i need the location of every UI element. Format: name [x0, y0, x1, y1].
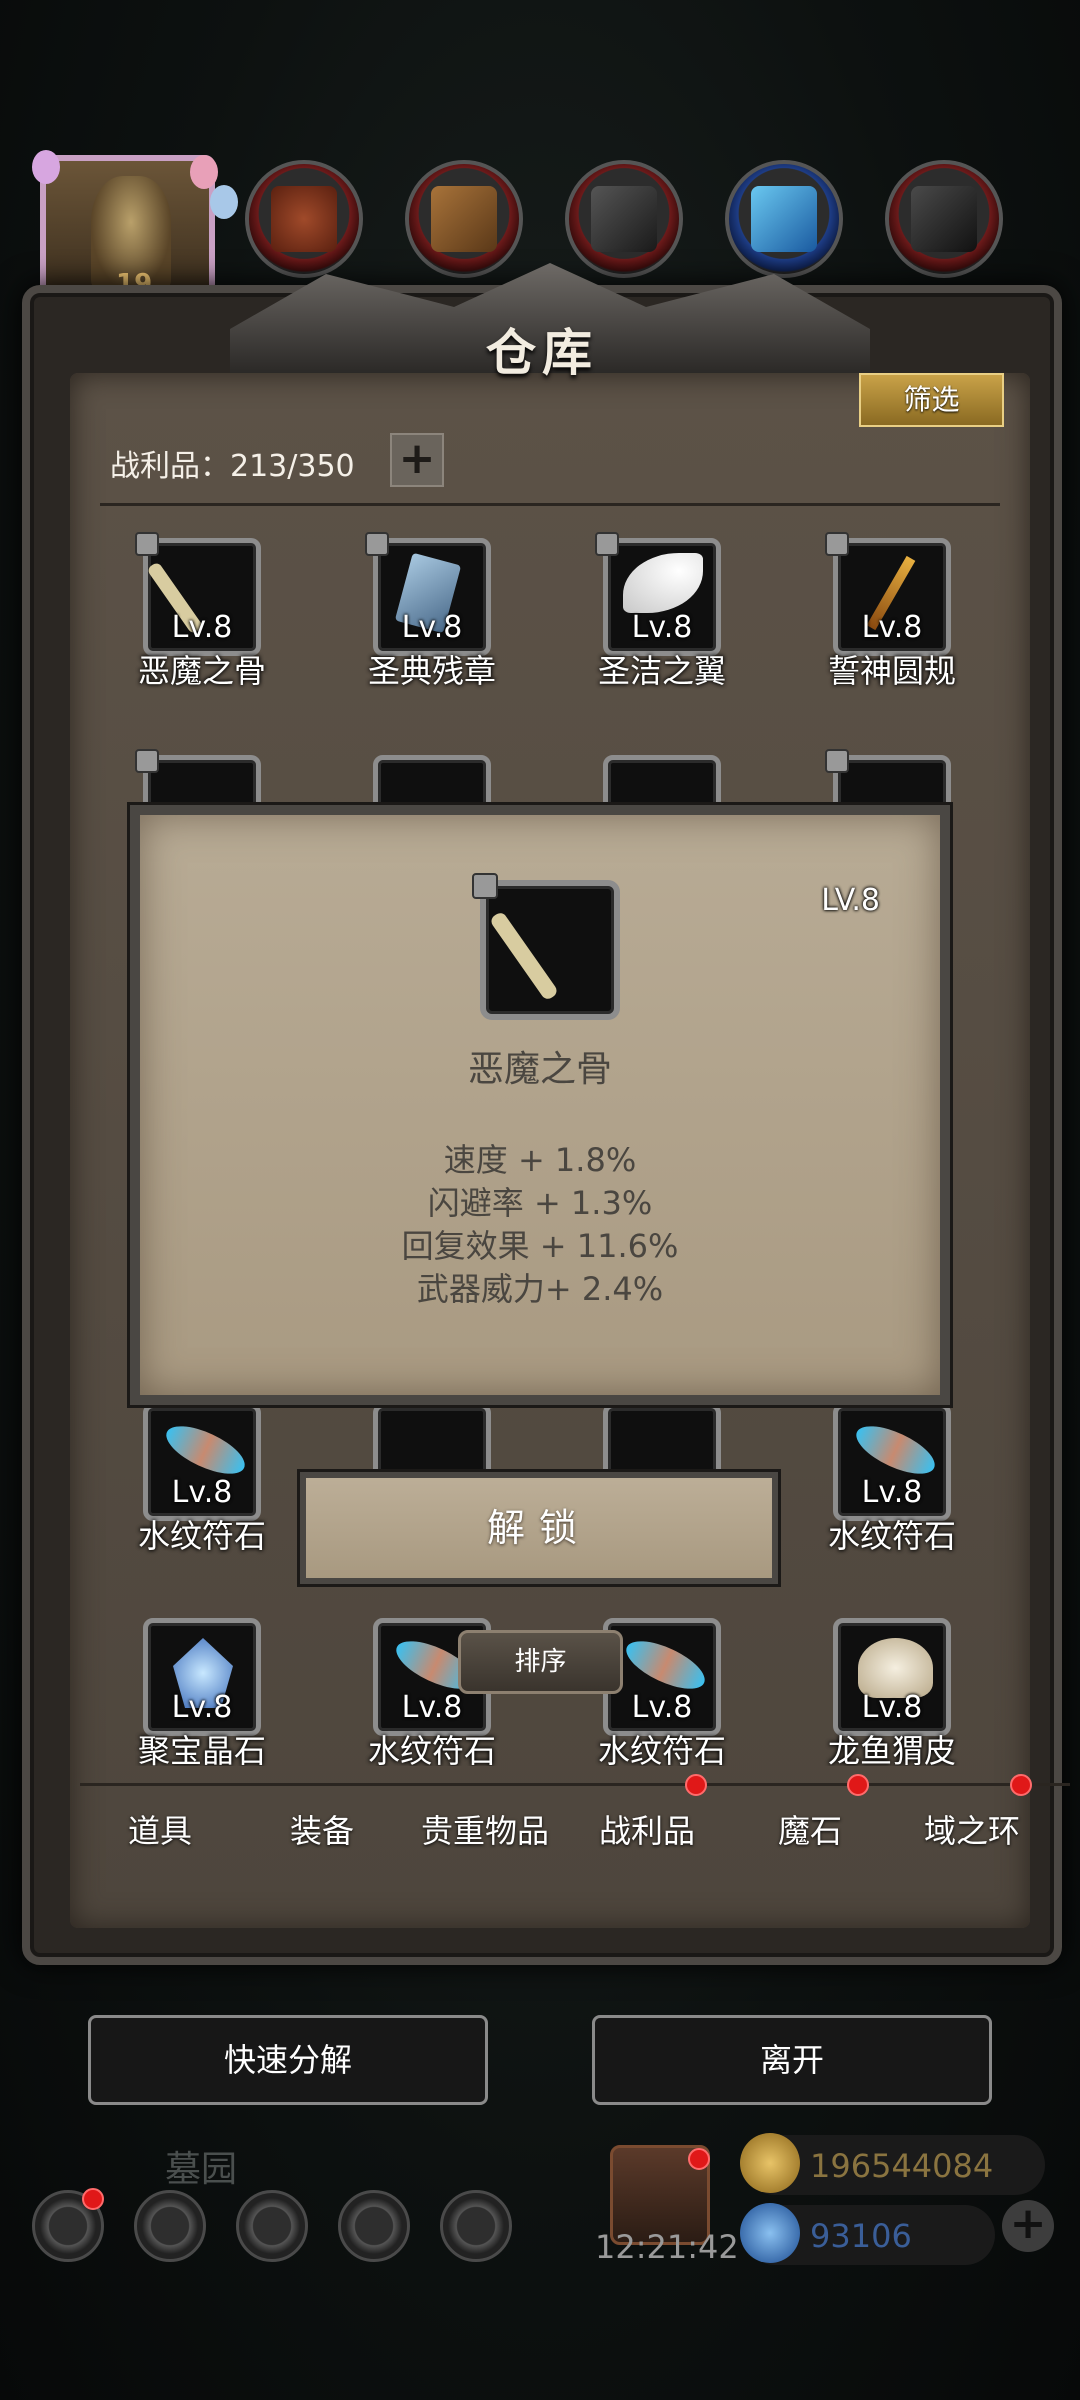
- expand-capacity-button[interactable]: +: [390, 433, 444, 487]
- item-level: Lv.8: [861, 610, 923, 645]
- gold-value: 196544084: [810, 2147, 994, 2185]
- popup-item-frame: [480, 880, 620, 1020]
- stat-speed: 速度 + 1.8%: [443, 1141, 637, 1179]
- water-rune-icon: [159, 1416, 252, 1484]
- gem-value: 93106: [810, 2217, 912, 2255]
- lock-icon: [595, 532, 619, 556]
- item-slot[interactable]: Lv.8 誓神圆规: [795, 532, 975, 708]
- lock-icon: [135, 532, 159, 556]
- item-level: Lv.8: [401, 1690, 463, 1725]
- gold-currency: 196544084: [740, 2133, 1045, 2195]
- item-slot[interactable]: Lv.8 聚宝晶石: [105, 1618, 285, 1788]
- avatar[interactable]: 19: [40, 155, 215, 305]
- sort-button[interactable]: 排序: [458, 1630, 623, 1694]
- balloon-icon: [190, 155, 218, 189]
- lock-icon: [135, 749, 159, 773]
- item-name: 聚宝晶石: [137, 1732, 266, 1766]
- iron-icon: [591, 186, 657, 252]
- mail-icon[interactable]: [338, 2190, 410, 2262]
- wood-resource[interactable]: [405, 160, 523, 278]
- item-slot[interactable]: Lv.8 水纹符石: [795, 1403, 975, 1573]
- item-name: 水纹符石: [827, 1517, 956, 1555]
- item-detail-popup: LV.8 恶魔之骨 速度 + 1.8% 闪避率 + 1.3% 回复效果 + 11…: [130, 805, 950, 1405]
- notification-dot: [685, 1774, 707, 1796]
- stat-weapon-power: 武器威力+ 2.4%: [416, 1270, 664, 1308]
- stat-recovery: 回复效果 + 11.6%: [401, 1227, 679, 1265]
- location-label: 墓园: [165, 2149, 238, 2190]
- loot-count: 战利品：213/350: [110, 449, 355, 484]
- steel-resource[interactable]: [885, 160, 1003, 278]
- bone-icon: [488, 910, 560, 1002]
- notification-dot: [688, 2148, 710, 2170]
- balloon-icon: [32, 150, 60, 184]
- item-name: 水纹符石: [597, 1732, 726, 1766]
- tab-equipment[interactable]: 装备: [242, 1806, 402, 1852]
- steel-icon: [911, 186, 977, 252]
- gem-currency: 93106: [740, 2203, 995, 2265]
- wing-icon: [623, 553, 703, 613]
- category-tabs: 道具 装备 贵重物品 战利品 魔石 域之环: [80, 1774, 1070, 1883]
- water-rune-icon: [619, 1631, 712, 1699]
- lock-icon: [825, 532, 849, 556]
- item-name: 圣典残章: [367, 652, 496, 690]
- item-level: Lv.8: [861, 1475, 923, 1510]
- popup-level: LV.8: [821, 883, 880, 918]
- clock: 12:21:42: [595, 2228, 739, 2266]
- star-icon[interactable]: [134, 2190, 206, 2262]
- map-icon[interactable]: [440, 2190, 512, 2262]
- notification-dot: [1010, 1774, 1032, 1796]
- item-name: 水纹符石: [137, 1517, 266, 1555]
- tab-valuables[interactable]: 贵重物品: [405, 1806, 565, 1852]
- wood-icon: [431, 186, 497, 252]
- divider: [100, 503, 1000, 506]
- item-level: Lv.8: [401, 610, 463, 645]
- tab-items[interactable]: 道具: [80, 1806, 240, 1852]
- item-name: 圣洁之翼: [597, 652, 726, 690]
- item-level: Lv.8: [171, 1690, 233, 1725]
- item-level: Lv.8: [861, 1690, 923, 1725]
- lock-icon: [472, 873, 498, 899]
- quick-decompose-button[interactable]: 快速分解: [88, 2015, 488, 2105]
- item-slot[interactable]: Lv.8 恶魔之骨: [105, 532, 285, 708]
- item-slot[interactable]: Lv.8 水纹符石: [105, 1403, 285, 1573]
- iron-resource[interactable]: [565, 160, 683, 278]
- popup-item-name: 恶魔之骨: [467, 1049, 612, 1090]
- crystal-icon: [751, 186, 817, 252]
- fur-icon: [858, 1638, 933, 1698]
- item-level: Lv.8: [631, 1690, 693, 1725]
- unlock-button[interactable]: 解锁: [300, 1472, 778, 1584]
- leave-button[interactable]: 离开: [592, 2015, 992, 2105]
- water-rune-icon: [849, 1416, 942, 1484]
- notification-dot: [82, 2188, 104, 2210]
- tab-domain-ring[interactable]: 域之环: [892, 1806, 1052, 1852]
- notification-dot: [847, 1774, 869, 1796]
- tab-magic-stone[interactable]: 魔石: [730, 1806, 890, 1852]
- item-level: Lv.8: [171, 1475, 233, 1510]
- item-slot[interactable]: Lv.8 圣典残章: [335, 532, 515, 708]
- crystal-resource[interactable]: [725, 160, 843, 278]
- gold-coin-icon: [740, 2133, 800, 2193]
- lock-icon: [365, 532, 389, 556]
- add-currency-button[interactable]: +: [1002, 2200, 1054, 2252]
- item-name: 誓神圆规: [827, 652, 956, 690]
- item-name: 恶魔之骨: [137, 652, 266, 690]
- gem-icon: [740, 2203, 800, 2263]
- meat-icon: [271, 186, 337, 252]
- book-icon[interactable]: [236, 2190, 308, 2262]
- meat-resource[interactable]: [245, 160, 363, 278]
- lock-icon: [825, 749, 849, 773]
- stat-dodge: 闪避率 + 1.3%: [427, 1184, 653, 1222]
- item-slot[interactable]: Lv.8 圣洁之翼: [565, 532, 745, 708]
- item-slot[interactable]: Lv.8 龙鱼猬皮: [795, 1618, 975, 1788]
- item-level: Lv.8: [171, 610, 233, 645]
- balloon-icon: [210, 185, 238, 219]
- filter-button[interactable]: 筛选: [859, 373, 1004, 427]
- item-level: Lv.8: [631, 610, 693, 645]
- tab-loot[interactable]: 战利品: [567, 1806, 727, 1852]
- item-name: 水纹符石: [367, 1732, 496, 1766]
- item-name: 龙鱼猬皮: [827, 1732, 956, 1766]
